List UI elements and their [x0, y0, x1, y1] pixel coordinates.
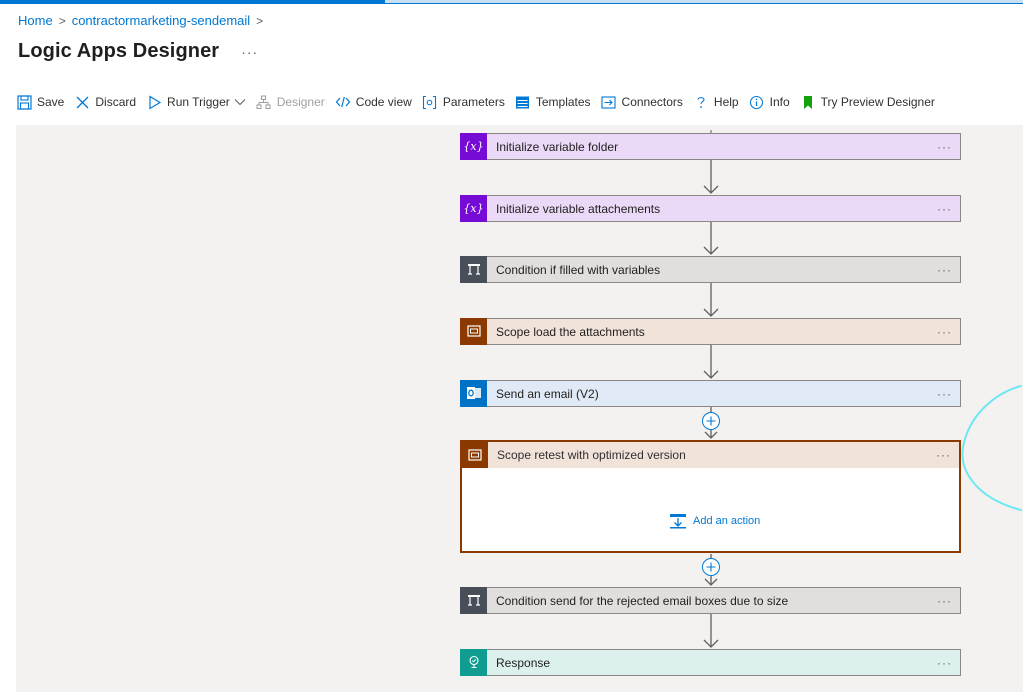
try-preview-designer-button[interactable]: Try Preview Designer — [800, 94, 935, 110]
close-icon — [74, 94, 90, 110]
scope-header[interactable]: Scope retest with optimized version ··· — [462, 442, 959, 468]
insert-step-button[interactable] — [702, 558, 720, 576]
connector-arrow — [702, 345, 720, 385]
action-more-button[interactable]: ··· — [937, 325, 952, 339]
designer-toolbar: Save Discard Run Trigger Designer Code v… — [16, 91, 945, 113]
action-card-label: Condition if filled with variables — [496, 262, 661, 277]
discard-button[interactable]: Discard — [74, 94, 136, 110]
bookmark-icon — [800, 94, 816, 110]
condition-icon — [460, 586, 487, 614]
discard-label: Discard — [95, 95, 137, 109]
page-title-text: Logic Apps Designer — [18, 40, 220, 62]
save-icon — [16, 94, 32, 110]
designer-label: Designer — [276, 95, 325, 109]
run-trigger-button[interactable]: Run Trigger — [146, 94, 246, 110]
question-icon — [693, 94, 709, 110]
action-more-button[interactable]: ··· — [937, 387, 952, 401]
connector-arrow — [702, 614, 720, 654]
connectors-icon — [601, 94, 617, 110]
page-title: Logic Apps Designer ··· — [18, 40, 258, 63]
save-label: Save — [37, 95, 65, 109]
templates-button[interactable]: Templates — [515, 94, 591, 110]
templates-icon — [515, 94, 531, 110]
designer-button[interactable]: Designer — [256, 94, 325, 110]
info-button[interactable]: Info — [749, 94, 790, 110]
plus-icon — [706, 416, 716, 426]
action-card-condition-send-rejected[interactable]: Condition send for the rejected email bo… — [460, 586, 961, 614]
code-view-button[interactable]: Code view — [335, 94, 412, 110]
add-action-button[interactable]: Add an action — [669, 513, 760, 529]
scope-icon — [462, 442, 488, 468]
action-card-condition-if-filled[interactable]: Condition if filled with variables ··· — [460, 255, 961, 283]
page-more-button[interactable]: ··· — [241, 44, 258, 60]
designer-canvas[interactable]: {x} Initialize variable folder ··· {x} I… — [16, 125, 1023, 692]
annotation-circle — [955, 383, 1023, 518]
action-card-send-email[interactable]: Send an email (V2) ··· — [460, 379, 961, 407]
play-icon — [146, 94, 162, 110]
action-more-button[interactable]: ··· — [937, 263, 952, 277]
action-more-button[interactable]: ··· — [937, 202, 952, 216]
designer-icon — [256, 94, 272, 110]
action-card-label: Condition send for the rejected email bo… — [496, 593, 789, 608]
outlook-icon — [460, 379, 487, 407]
condition-icon — [460, 255, 487, 283]
code-icon — [335, 94, 351, 110]
try-preview-designer-label: Try Preview Designer — [820, 95, 935, 109]
action-card-scope-load-attachments[interactable]: Scope load the attachments ··· — [460, 317, 961, 345]
action-more-button[interactable]: ··· — [936, 448, 951, 462]
breadcrumb: Home > contractormarketing-sendemail > — [18, 13, 269, 28]
action-card-initialize-variable-attachements[interactable]: {x} Initialize variable attachements ··· — [460, 194, 961, 222]
action-card-label: Initialize variable attachements — [496, 201, 661, 216]
action-more-button[interactable]: ··· — [937, 140, 952, 154]
add-action-label: Add an action — [693, 515, 761, 527]
breadcrumb-separator: > — [58, 13, 66, 28]
action-card-label: Response — [496, 655, 551, 670]
action-card-label: Initialize variable folder — [496, 139, 619, 154]
portal-search-strip — [385, 0, 1023, 3]
parameters-label: Parameters — [442, 95, 505, 109]
breadcrumb-resource[interactable]: contractormarketing-sendemail — [72, 13, 250, 28]
breadcrumb-home[interactable]: Home — [18, 13, 53, 28]
action-more-button[interactable]: ··· — [937, 594, 952, 608]
templates-label: Templates — [535, 95, 591, 109]
save-button[interactable]: Save — [16, 94, 64, 110]
code-view-label: Code view — [355, 95, 412, 109]
connectors-button[interactable]: Connectors — [601, 94, 683, 110]
plus-icon — [706, 562, 716, 572]
parameters-button[interactable]: Parameters — [422, 94, 505, 110]
insert-step-button[interactable] — [702, 412, 720, 430]
action-card-label: Scope retest with optimized version — [497, 448, 686, 462]
scope-icon — [460, 317, 487, 345]
info-label: Info — [769, 95, 790, 109]
add-action-icon — [670, 514, 686, 529]
action-card-response[interactable]: Response ··· — [460, 648, 961, 676]
help-label: Help — [713, 95, 739, 109]
connector-arrow — [702, 283, 720, 323]
parameters-icon — [422, 94, 438, 110]
scope-container-retest[interactable]: Scope retest with optimized version ··· … — [460, 440, 961, 553]
connector-arrow — [702, 160, 720, 200]
chevron-down-icon — [234, 98, 246, 106]
response-icon — [460, 648, 487, 676]
action-card-label: Send an email (V2) — [496, 386, 599, 401]
action-card-label: Scope load the attachments — [496, 324, 645, 339]
action-card-initialize-variable-folder[interactable]: {x} Initialize variable folder ··· — [460, 132, 961, 160]
variable-icon: {x} — [460, 132, 487, 160]
variable-icon: {x} — [460, 194, 487, 222]
breadcrumb-separator: > — [256, 13, 264, 28]
connectors-label: Connectors — [621, 95, 683, 109]
run-trigger-label: Run Trigger — [167, 95, 230, 109]
action-more-button[interactable]: ··· — [937, 656, 952, 670]
info-icon — [749, 94, 765, 110]
help-button[interactable]: Help — [693, 94, 739, 110]
